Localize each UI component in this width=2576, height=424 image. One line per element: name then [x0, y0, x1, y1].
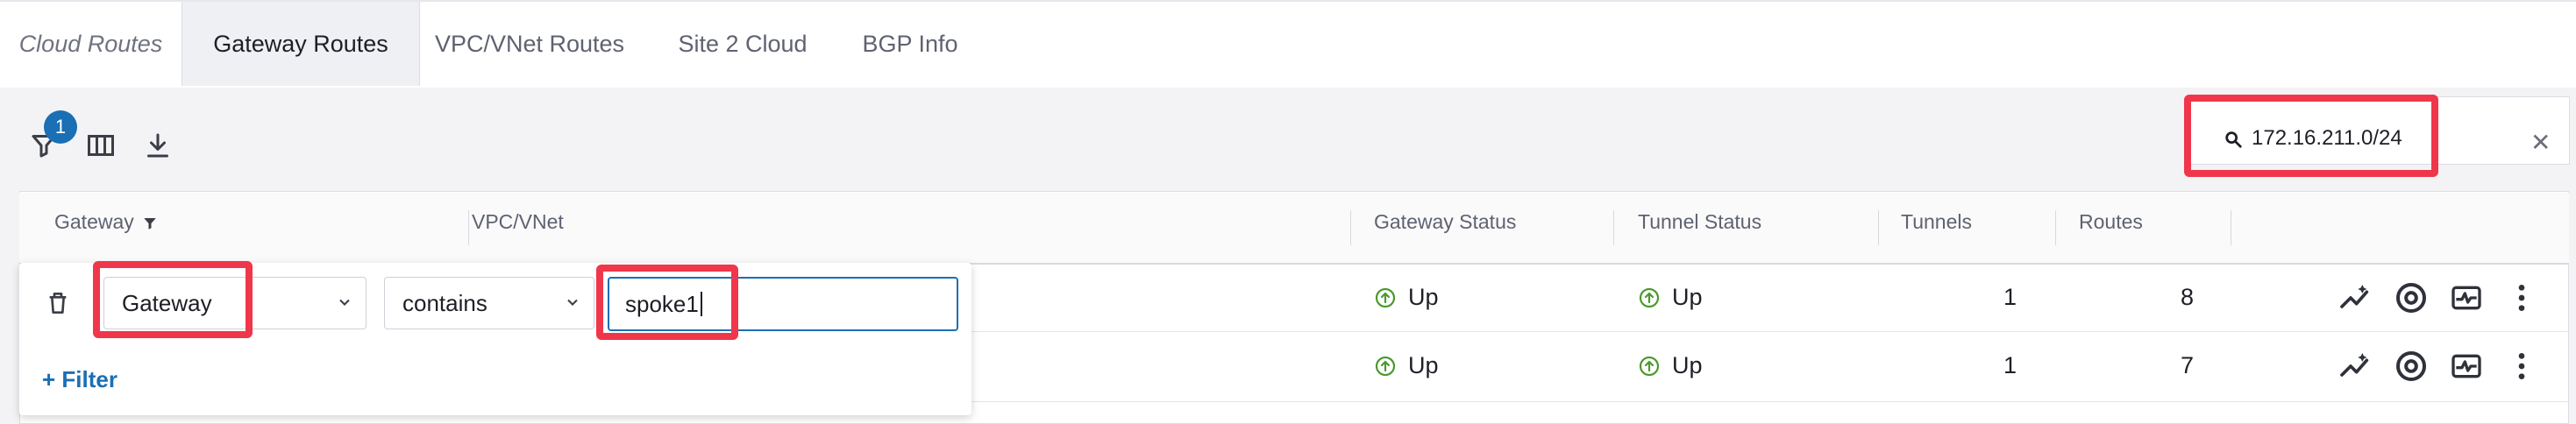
routes-cell: 7: [2180, 352, 2194, 378]
column-filter-icon[interactable]: [142, 216, 158, 231]
column-header-gateway[interactable]: Gateway: [54, 210, 134, 234]
filter-operator-select[interactable]: contains: [384, 277, 594, 329]
table-header: [19, 193, 2569, 265]
diagnostics-icon[interactable]: [2449, 349, 2484, 384]
add-filter-button[interactable]: + Filter: [42, 366, 117, 393]
at-sign-icon[interactable]: [2394, 280, 2429, 315]
column-divider: [2055, 210, 2056, 245]
column-divider: [1878, 210, 1879, 245]
column-header-tunnel-status[interactable]: Tunnel Status: [1638, 210, 1761, 234]
tab-vpc-vnet-routes[interactable]: VPC/VNet Routes: [420, 2, 639, 86]
tunnel-status-row2: Up: [1639, 352, 1703, 379]
tab-site-2-cloud[interactable]: Site 2 Cloud: [651, 2, 835, 86]
tunnel-status-row1: Up: [1639, 284, 1703, 311]
at-sign-icon[interactable]: [2394, 349, 2429, 384]
search-highlight: [2184, 95, 2438, 177]
value-highlight: [596, 265, 738, 340]
status-up-icon: [1375, 356, 1396, 376]
more-vertical-icon[interactable]: [2504, 280, 2539, 315]
download-icon[interactable]: [142, 130, 174, 161]
tab-cloud-routes[interactable]: Cloud Routes: [0, 2, 181, 86]
trash-icon[interactable]: [44, 287, 72, 319]
status-up-icon: [1375, 287, 1396, 307]
tab-bgp-info[interactable]: BGP Info: [844, 2, 976, 86]
column-divider: [1613, 210, 1614, 245]
tunnels-cell: 1: [2003, 352, 2017, 378]
gateway-status-row1: Up: [1375, 284, 1439, 311]
gateway-status-row2: Up: [1375, 352, 1439, 379]
column-divider: [468, 210, 469, 245]
column-divider: [1350, 210, 1351, 245]
column-header-tunnels[interactable]: Tunnels: [1901, 210, 1972, 234]
diagnostics-icon[interactable]: [2449, 280, 2484, 315]
tab-gateway-routes[interactable]: Gateway Routes: [181, 2, 420, 86]
status-up-icon: [1639, 287, 1660, 307]
column-header-gateway-status[interactable]: Gateway Status: [1374, 210, 1516, 234]
column-header-vpc-vnet[interactable]: VPC/VNet: [472, 210, 564, 234]
column-header-routes[interactable]: Routes: [2079, 210, 2143, 234]
analytics-icon[interactable]: [2338, 280, 2373, 315]
chevron-down-icon: [339, 299, 350, 306]
chevron-down-icon: [567, 299, 578, 306]
more-vertical-icon[interactable]: [2504, 349, 2539, 384]
tunnels-cell: 1: [2003, 284, 2017, 310]
status-up-icon: [1639, 356, 1660, 376]
field-highlight: [93, 261, 253, 338]
routes-cell: 8: [2180, 284, 2194, 310]
filter-count-badge: 1: [44, 110, 77, 144]
analytics-icon[interactable]: [2338, 349, 2373, 384]
close-icon[interactable]: ✕: [2530, 128, 2551, 157]
columns-icon[interactable]: [85, 130, 117, 161]
